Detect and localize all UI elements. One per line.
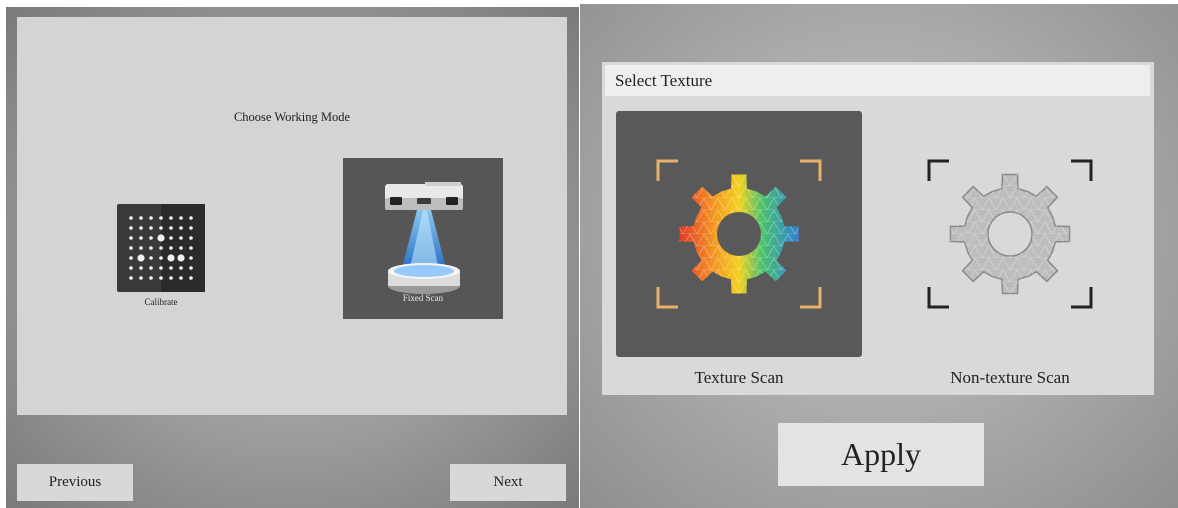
calibration-board-icon: [117, 204, 205, 292]
apply-button[interactable]: Apply: [778, 423, 984, 486]
texture-scan-label: Texture Scan: [694, 368, 784, 387]
gray-gear-icon: [927, 159, 1093, 309]
texture-scan-option[interactable]: [616, 111, 862, 357]
texture-header: Select Texture: [605, 65, 1150, 96]
non-texture-scan-option[interactable]: [887, 111, 1133, 357]
texture-card: Select Texture Texture Scan Non-texture …: [602, 62, 1154, 395]
mode-title: Choose Working Mode: [233, 110, 351, 124]
texture-panel: Select Texture Texture Scan Non-texture …: [580, 4, 1178, 508]
calibrate-label: Calibrate: [144, 297, 178, 307]
calibrate-option[interactable]: Calibrate: [114, 201, 208, 311]
non-texture-scan-label: Non-texture Scan: [950, 368, 1070, 387]
working-mode-card: Choose Working Mode Calibrate Fixed Scan: [17, 17, 567, 415]
fixed-scan-option[interactable]: Fixed Scan: [343, 158, 503, 319]
fixed-scan-label: Fixed Scan: [402, 293, 444, 303]
next-button[interactable]: Next: [450, 464, 566, 501]
previous-button[interactable]: Previous: [17, 464, 133, 501]
working-mode-panel: Choose Working Mode Calibrate Fixed Scan…: [6, 7, 579, 508]
color-gear-icon: [656, 159, 822, 309]
